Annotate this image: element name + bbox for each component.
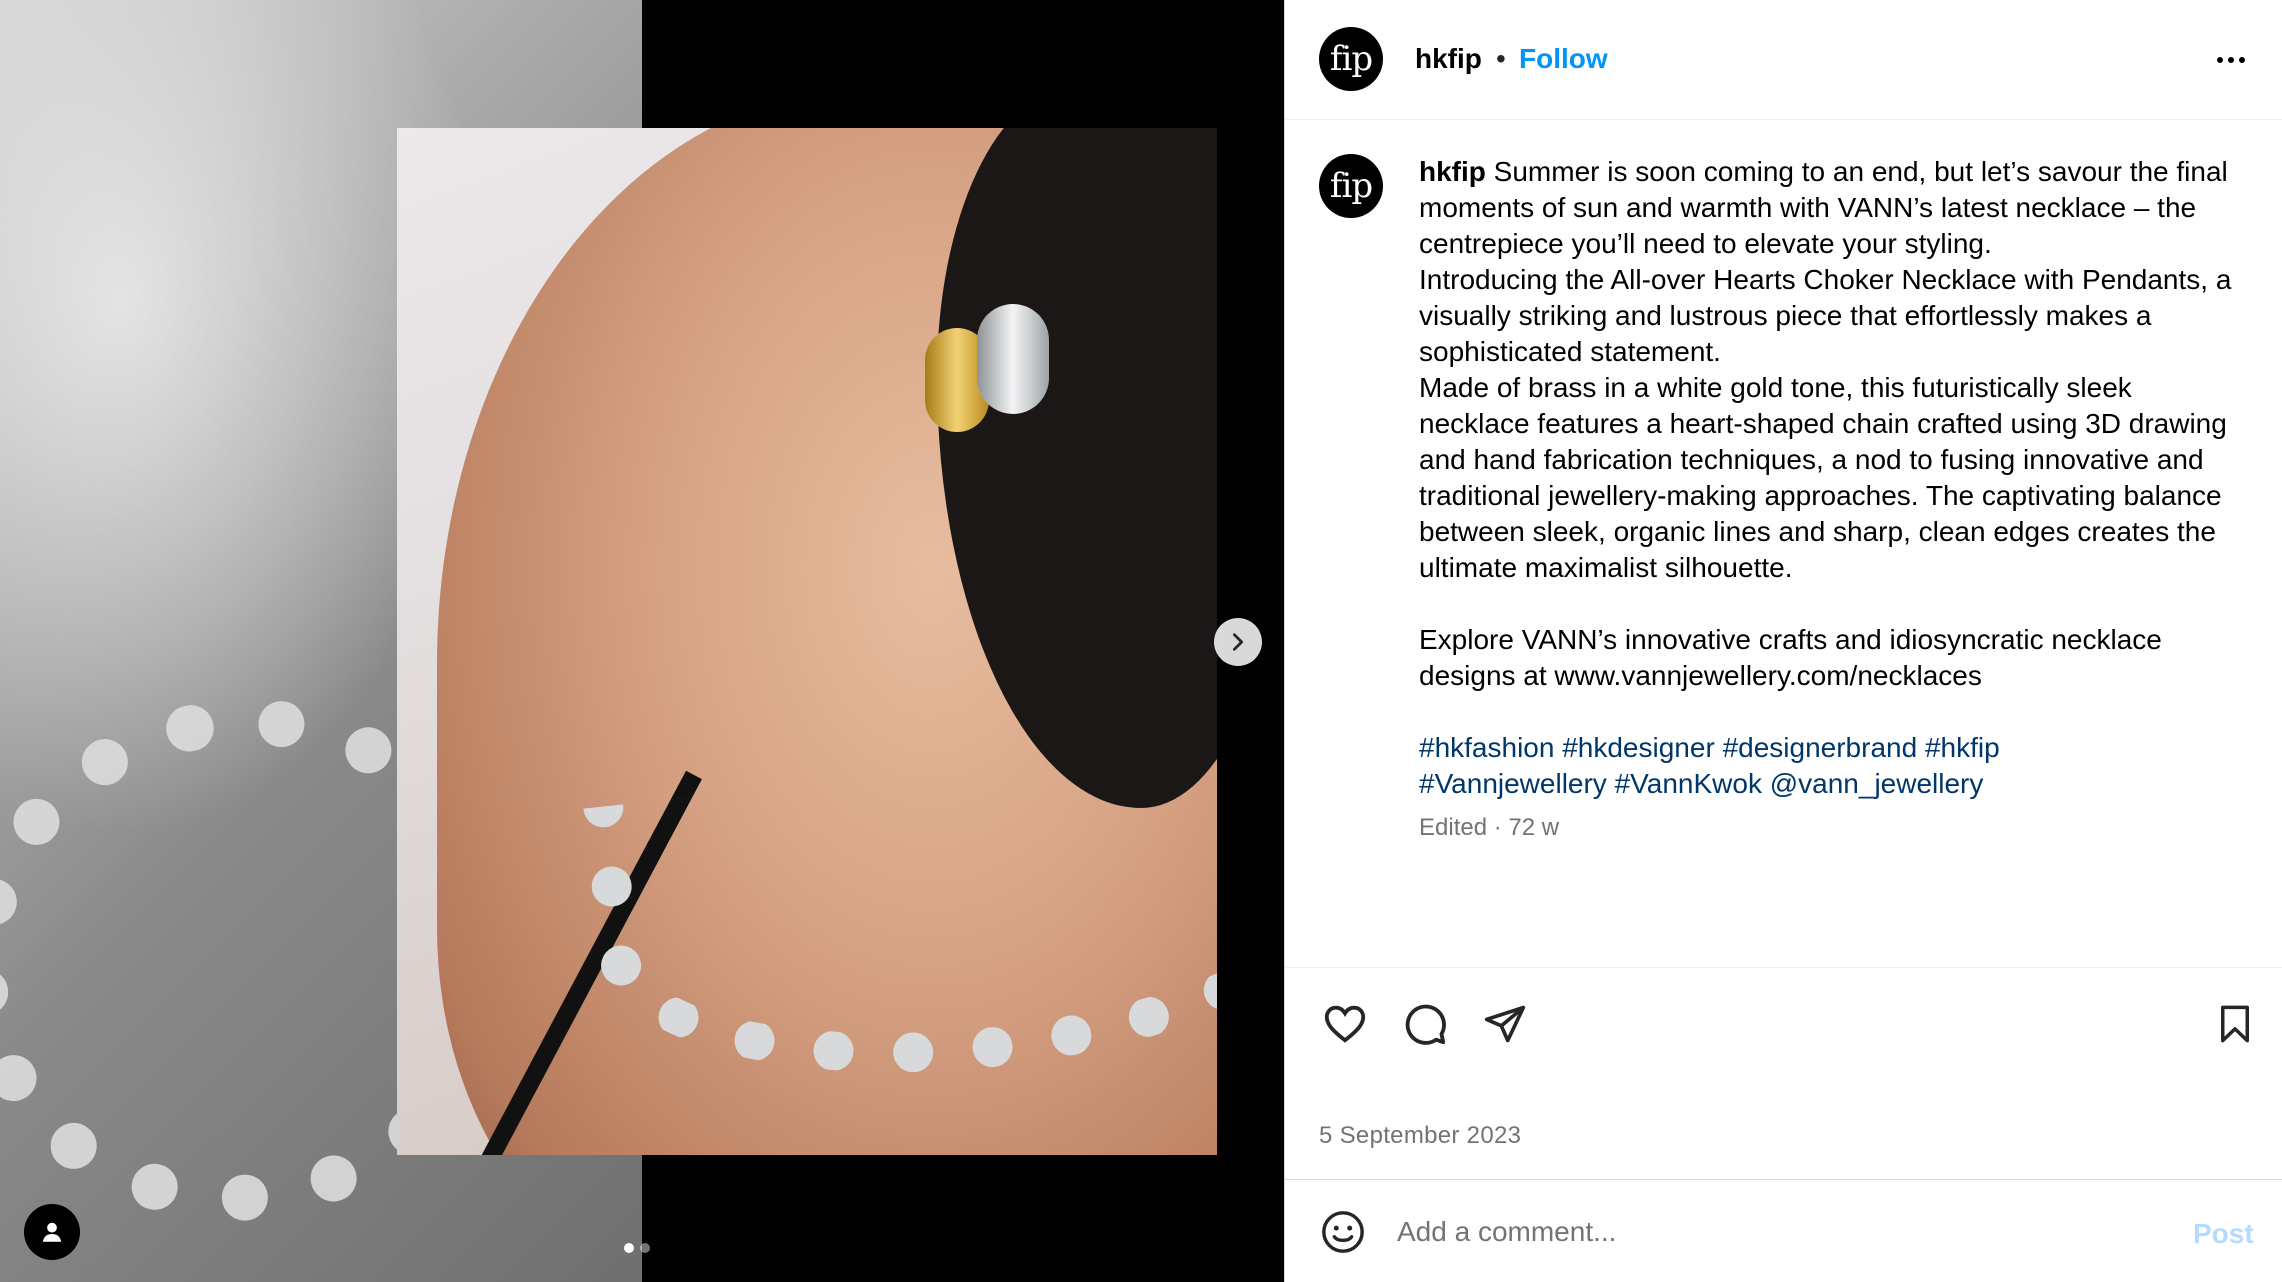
photo-silver-earring bbox=[977, 304, 1049, 414]
caption-text: hkfip Summer is soon coming to an end, b… bbox=[1419, 154, 2239, 802]
caption-area: fip hkfip Summer is soon coming to an en… bbox=[1285, 120, 2282, 967]
hashtag-link[interactable]: #Vannjewellery bbox=[1419, 768, 1607, 799]
user-tag-icon bbox=[42, 1222, 62, 1242]
post-date[interactable]: 5 September 2023 bbox=[1319, 1122, 1521, 1150]
caption-line: Summer is soon coming to an end, but let… bbox=[1419, 156, 2228, 259]
post-media bbox=[0, 0, 1284, 1282]
more-icon-dot bbox=[2239, 57, 2245, 63]
post-details-panel: fip hkfip • Follow fip hkfip Summer is s… bbox=[1284, 0, 2282, 1282]
hashtag-list: #hkfashion #hkdesigner #designerbrand #h… bbox=[1419, 730, 2239, 802]
header-username[interactable]: hkfip bbox=[1415, 43, 1482, 75]
emoji-icon bbox=[1322, 1211, 1364, 1253]
comment-button[interactable] bbox=[1399, 998, 1451, 1050]
carousel-next-button[interactable] bbox=[1214, 618, 1262, 666]
media-photo bbox=[397, 128, 1217, 1155]
hashtag-link[interactable]: #hkfashion bbox=[1419, 732, 1554, 763]
avatar-logo-text: fip bbox=[1329, 39, 1373, 79]
comment-input[interactable] bbox=[1397, 1204, 2137, 1260]
caption-meta: Edited · 72 w bbox=[1419, 814, 1560, 841]
heart-icon bbox=[1324, 1005, 1366, 1043]
caption-line: Made of brass in a white gold tone, this… bbox=[1419, 372, 2227, 583]
caption-avatar[interactable]: fip bbox=[1319, 154, 1383, 218]
hashtag-link[interactable]: #VannKwok bbox=[1615, 768, 1762, 799]
share-icon bbox=[1484, 1005, 1526, 1043]
carousel-indicator bbox=[624, 1243, 650, 1253]
carousel-dot-active bbox=[624, 1243, 634, 1253]
hashtag-link[interactable]: #hkdesigner bbox=[1562, 732, 1715, 763]
comment-icon bbox=[1405, 1004, 1446, 1045]
share-button[interactable] bbox=[1479, 998, 1531, 1050]
more-icon-dot bbox=[2228, 57, 2234, 63]
like-button[interactable] bbox=[1319, 998, 1371, 1050]
chevron-right-icon bbox=[1232, 633, 1244, 651]
mention-link[interactable]: @vann_jewellery bbox=[1770, 768, 1984, 799]
carousel-dot bbox=[640, 1243, 650, 1253]
post-comment-button[interactable]: Post bbox=[2193, 1218, 2254, 1250]
avatar[interactable]: fip bbox=[1319, 27, 1383, 91]
more-icon bbox=[2217, 57, 2223, 63]
caption-paragraph: hkfip Summer is soon coming to an end, b… bbox=[1419, 154, 2239, 262]
action-bar: 5 September 2023 bbox=[1285, 967, 2282, 1179]
caption-username[interactable]: hkfip bbox=[1419, 156, 1486, 187]
emoji-button[interactable] bbox=[1319, 1208, 1367, 1256]
save-button[interactable] bbox=[2209, 998, 2261, 1050]
header-separator: • bbox=[1496, 43, 1506, 74]
follow-button[interactable]: Follow bbox=[1519, 43, 1608, 75]
caption-line: Introducing the All-over Hearts Choker N… bbox=[1419, 264, 2232, 367]
hashtag-link[interactable]: #hkfip bbox=[1925, 732, 2000, 763]
more-options-button[interactable] bbox=[2205, 40, 2257, 80]
caption-line: Explore VANN’s innovative crafts and idi… bbox=[1419, 624, 2162, 691]
post-header: fip hkfip • Follow bbox=[1285, 0, 2282, 120]
comment-bar: Post bbox=[1285, 1179, 2282, 1282]
hashtag-link[interactable]: #designerbrand bbox=[1723, 732, 1918, 763]
avatar-logo-text: fip bbox=[1329, 166, 1373, 206]
bookmark-icon bbox=[2221, 1005, 2249, 1043]
user-tags-button[interactable] bbox=[24, 1204, 80, 1260]
